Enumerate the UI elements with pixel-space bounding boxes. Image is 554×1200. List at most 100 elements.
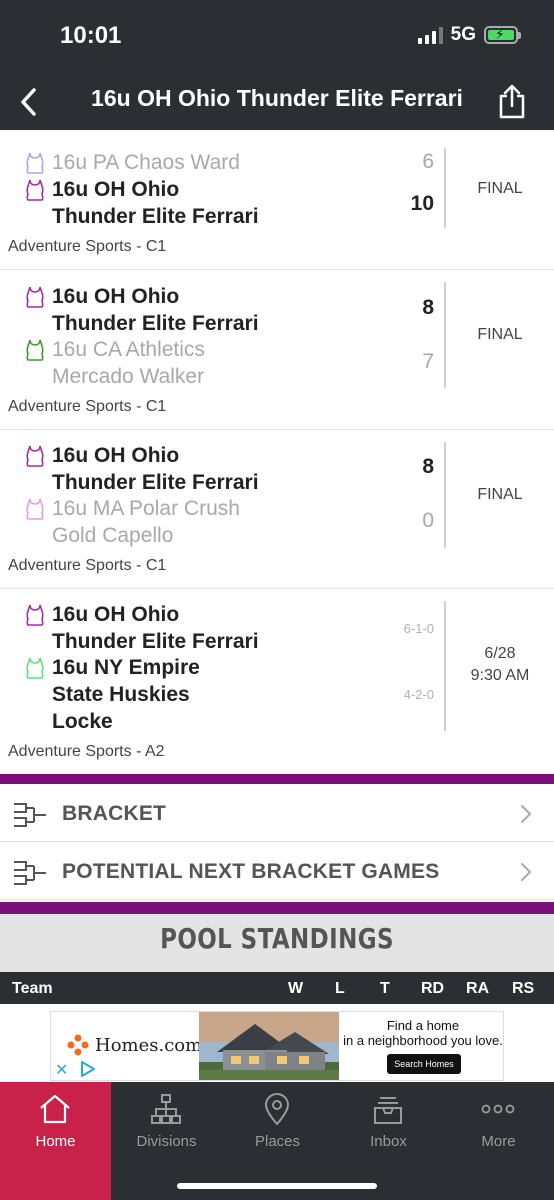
tab-label: Home xyxy=(35,1133,76,1150)
jersey-icon xyxy=(26,286,44,308)
team-row: 16u OH Ohio Thunder Elite Ferrari xyxy=(24,176,312,230)
tab-label: Divisions xyxy=(136,1133,197,1150)
chevron-right-icon xyxy=(521,805,532,823)
team-score: 0 xyxy=(422,509,434,532)
venue-label: Adventure Sports - C1 xyxy=(8,557,167,574)
page-title: 16u OH Ohio Thunder Elite Ferrari xyxy=(91,85,463,111)
team-record: 6-1-0 xyxy=(403,621,434,636)
jersey-icon xyxy=(26,179,44,201)
team-row: 16u CA Athletics Mercado Walker xyxy=(24,336,312,390)
team-row: 16u MA Polar Crush Gold Capello xyxy=(24,495,312,549)
ad-choices-icon[interactable] xyxy=(79,1060,97,1078)
team-name: 16u CA Athletics Mercado Walker xyxy=(52,338,205,388)
signal-icon xyxy=(417,26,443,44)
venue-label: Adventure Sports - C1 xyxy=(8,398,167,415)
inbox-icon xyxy=(374,1097,402,1124)
divisions-icon xyxy=(151,1094,181,1124)
network-type: 5G xyxy=(450,24,476,45)
game-card[interactable]: 16u PA Chaos Ward 6 16u OH Ohio Thunder E… xyxy=(0,136,554,270)
homes-logo-icon xyxy=(67,1034,89,1056)
ad-banner[interactable]: Homes.com Find a home in a neighborhood … xyxy=(50,1011,504,1081)
game-schedule: 6/28 9:30 AM xyxy=(446,643,554,687)
bracket-label: BRACKET xyxy=(62,802,167,825)
game-card[interactable]: 16u OH Ohio Thunder Elite Ferrari 8 16u C… xyxy=(0,270,554,430)
team-name: 16u OH Ohio Thunder Elite Ferrari xyxy=(52,285,259,335)
column-header[interactable]: RA xyxy=(466,980,489,998)
team-row: 16u OH Ohio Thunder Elite Ferrari xyxy=(24,283,312,337)
column-header[interactable]: W xyxy=(288,980,303,998)
team-score: 8 xyxy=(422,296,434,319)
more-dots-icon xyxy=(481,1104,515,1114)
ad-copy-line: in a neighborhood you love. xyxy=(343,1033,503,1048)
venue-label: Adventure Sports - A2 xyxy=(8,743,165,760)
home-indicator xyxy=(177,1183,377,1189)
status-time: 10:01 xyxy=(60,22,122,49)
status-indicators: 5G ⚡ xyxy=(417,24,521,46)
jersey-icon xyxy=(26,657,44,679)
chevron-right-icon xyxy=(521,863,532,881)
tab-more[interactable]: More xyxy=(443,1082,554,1200)
jersey-icon xyxy=(26,152,44,174)
jersey-icon xyxy=(26,498,44,520)
game-card[interactable]: 16u OH Ohio Thunder Elite Ferrari 6-1-0 1… xyxy=(0,589,554,775)
bracket-icon xyxy=(14,803,46,827)
column-header[interactable]: Team xyxy=(12,980,53,998)
chevron-left-icon xyxy=(21,88,36,116)
game-date: 6/28 xyxy=(484,645,516,662)
bracket-icon xyxy=(14,861,46,885)
pool-standings: POOL STANDINGS Team W L T RD RA RS xyxy=(0,914,554,1004)
share-icon xyxy=(499,84,525,119)
ad-brand-name: Homes.com xyxy=(95,1034,203,1056)
column-header[interactable]: T xyxy=(380,980,390,998)
team-score: 10 xyxy=(410,192,434,215)
share-button[interactable] xyxy=(492,80,532,124)
team-row: 16u NY Empire State Huskies Locke xyxy=(24,654,312,735)
game-status: FINAL xyxy=(477,326,523,343)
column-header[interactable]: RD xyxy=(421,980,444,998)
game-status: FINAL xyxy=(477,486,523,503)
team-record: 4-2-0 xyxy=(403,687,434,702)
potential-games-label: POTENTIAL NEXT BRACKET GAMES xyxy=(62,860,440,883)
team-name: 16u MA Polar Crush Gold Capello xyxy=(52,497,240,547)
team-name: 16u NY Empire State Huskies Locke xyxy=(52,656,200,733)
home-icon xyxy=(40,1094,70,1124)
tab-label: More xyxy=(481,1133,516,1150)
status-bar: 10:01 5G ⚡ xyxy=(0,0,554,74)
battery-icon: ⚡ xyxy=(484,26,521,44)
tab-home[interactable]: Home xyxy=(0,1082,111,1200)
game-status: FINAL xyxy=(477,180,523,197)
team-score: 7 xyxy=(422,350,434,373)
back-button[interactable] xyxy=(10,82,46,122)
ad-copy-line: Find a home xyxy=(386,1018,460,1033)
game-card[interactable]: 16u OH Ohio Thunder Elite Ferrari 8 16u M… xyxy=(0,430,554,589)
tab-label: Places xyxy=(254,1133,301,1150)
team-row: 16u OH Ohio Thunder Elite Ferrari xyxy=(24,442,312,496)
team-row: 16u PA Chaos Ward xyxy=(24,149,312,176)
tab-label: Inbox xyxy=(370,1133,407,1150)
jersey-icon xyxy=(26,445,44,467)
section-separator xyxy=(0,902,554,914)
team-name: 16u PA Chaos Ward xyxy=(52,151,240,174)
search-homes-button[interactable]: Search Homes xyxy=(387,1054,461,1074)
ad-brand: Homes.com xyxy=(67,1034,202,1056)
standings-title: POOL STANDINGS xyxy=(160,922,394,955)
venue-label: Adventure Sports - C1 xyxy=(8,238,167,255)
ad-close-icon[interactable]: ✕ xyxy=(55,1060,68,1080)
team-name: 16u OH Ohio Thunder Elite Ferrari xyxy=(52,178,259,228)
team-name: 16u OH Ohio Thunder Elite Ferrari xyxy=(52,444,259,494)
games-list: 16u PA Chaos Ward 6 16u OH Ohio Thunder E… xyxy=(0,136,554,775)
team-name: 16u OH Ohio Thunder Elite Ferrari xyxy=(52,603,259,653)
ad-copy: Find a home in a neighborhood you love. xyxy=(343,1018,503,1048)
potential-games-row[interactable]: POTENTIAL NEXT BRACKET GAMES xyxy=(0,844,554,900)
column-header[interactable]: RS xyxy=(512,980,534,998)
location-pin-icon xyxy=(264,1093,290,1126)
jersey-icon xyxy=(26,604,44,626)
bracket-row[interactable]: BRACKET xyxy=(0,786,554,842)
house-image xyxy=(199,1012,339,1080)
team-row: 16u OH Ohio Thunder Elite Ferrari xyxy=(24,601,312,655)
column-header[interactable]: L xyxy=(335,980,345,998)
jersey-icon xyxy=(26,339,44,361)
team-score: 8 xyxy=(422,455,434,478)
section-separator xyxy=(0,774,554,784)
game-time: 9:30 AM xyxy=(470,667,530,684)
